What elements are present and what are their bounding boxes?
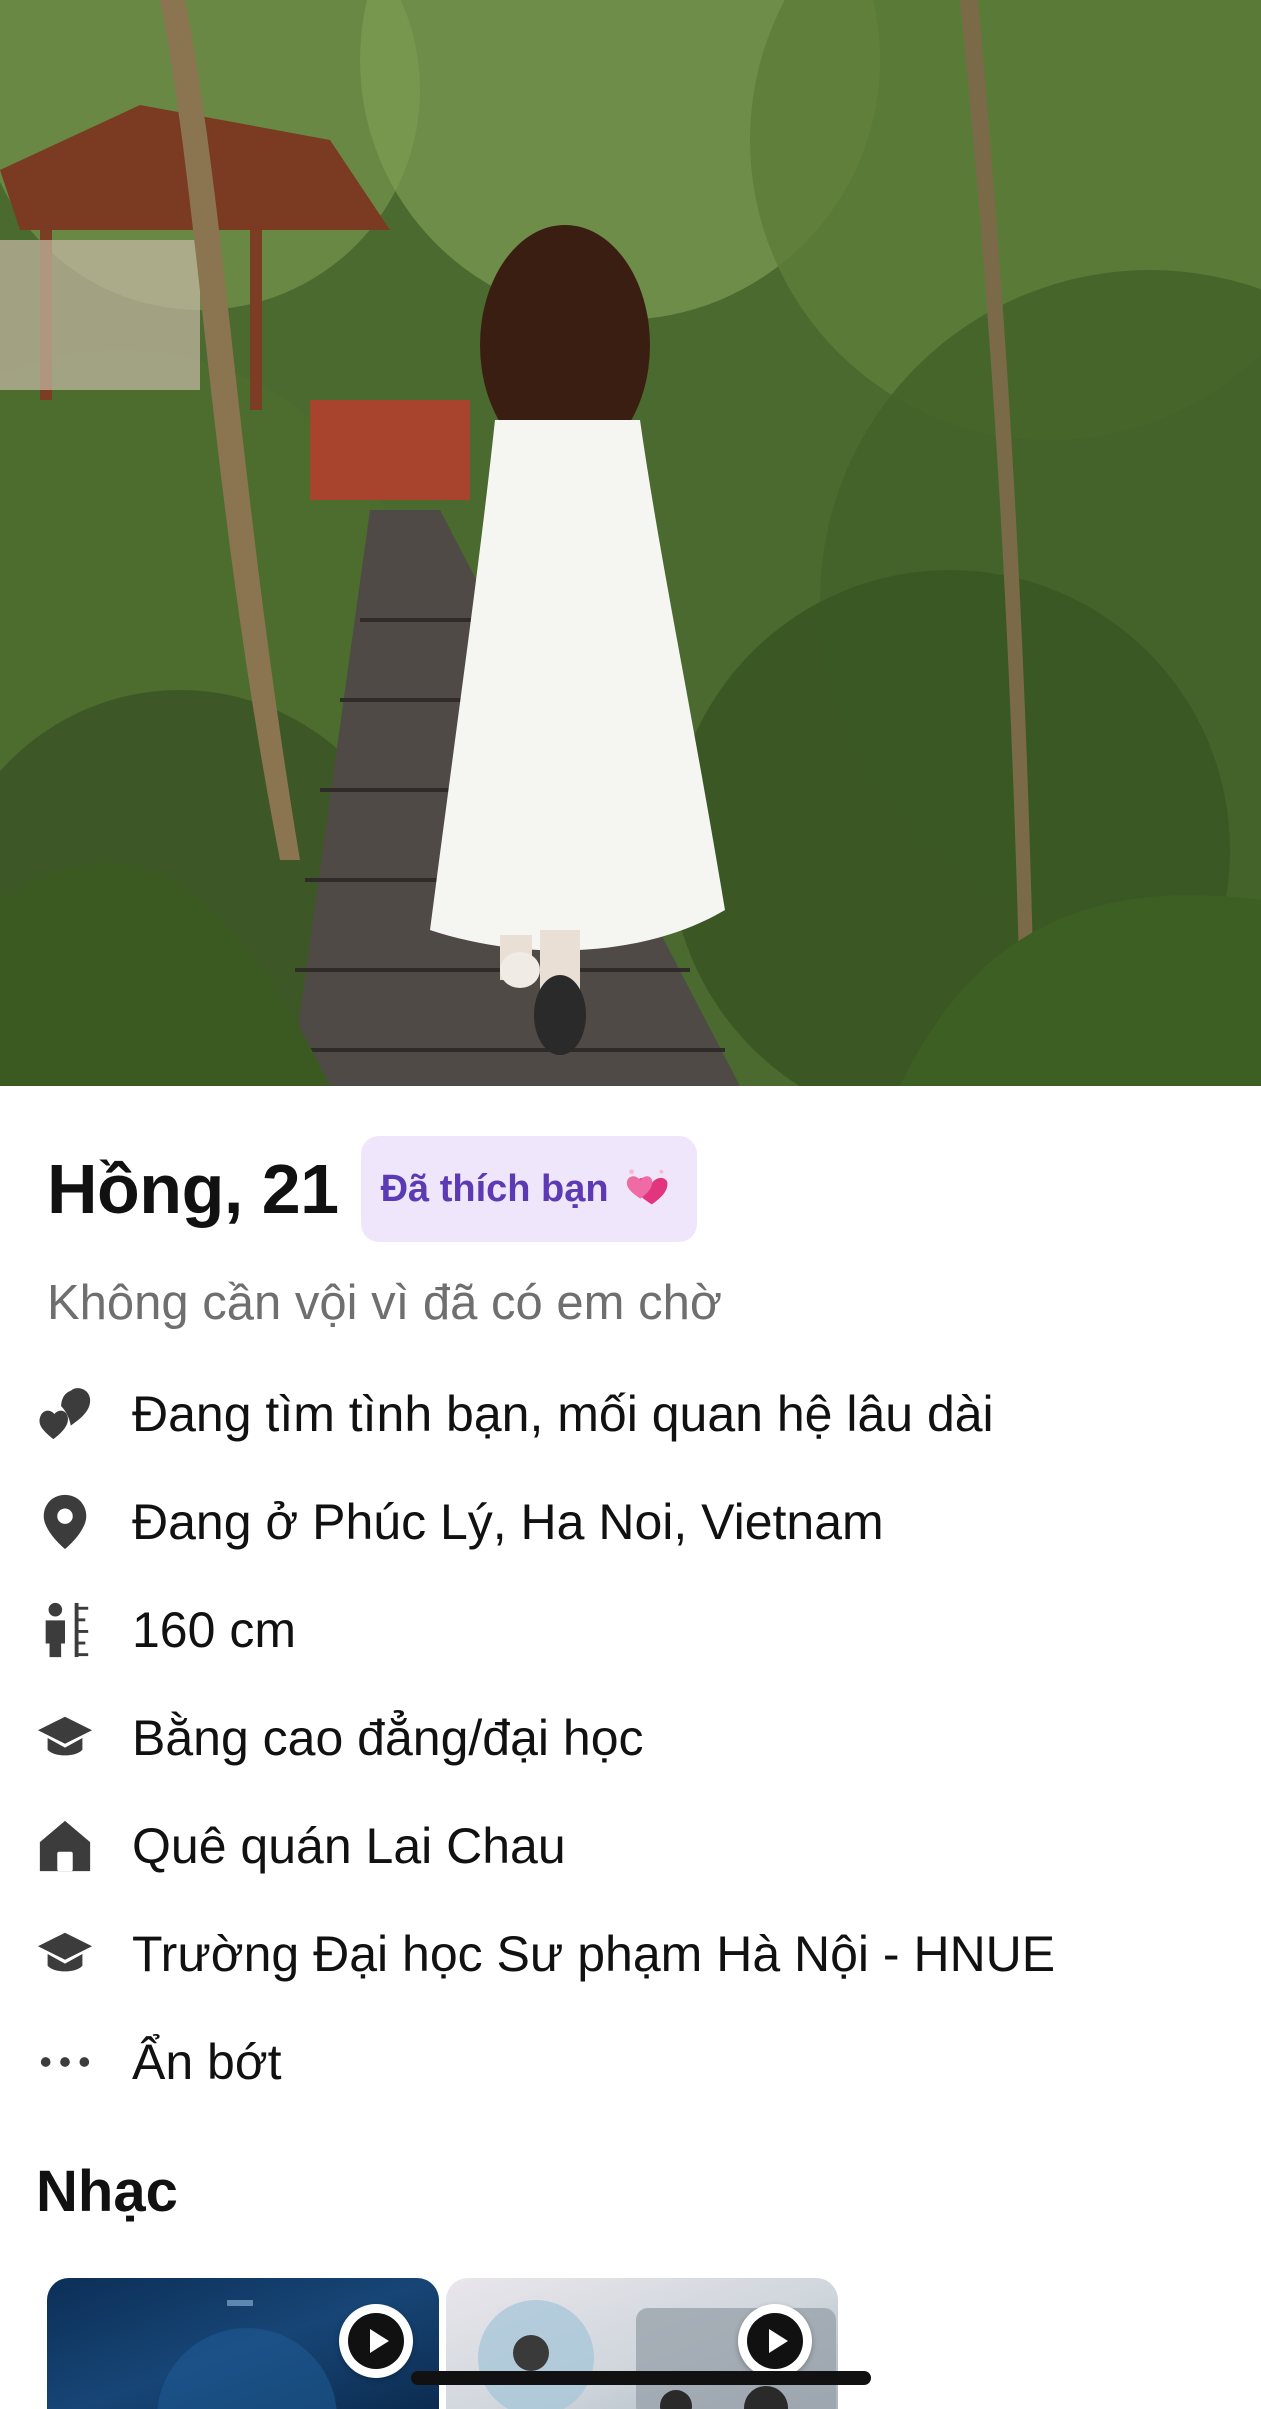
home-indicator[interactable] — [411, 2371, 871, 2385]
music-card[interactable] — [47, 2278, 439, 2409]
name-row: Hồng, 21 Đã thích bạn — [47, 1136, 697, 1242]
profile-screen: Hồng, 21 Đã thích bạn Không cần vội vì đ… — [0, 0, 1261, 2409]
detail-education-level: Bằng cao đẳng/đại học — [0, 1684, 1261, 1792]
music-card[interactable] — [446, 2278, 838, 2409]
play-button[interactable] — [339, 2304, 413, 2378]
show-less-label: Ẩn bớt — [132, 2034, 282, 2090]
profile-tagline: Không cần vội vì đã có em chờ — [47, 1276, 722, 1330]
detail-location: Đang ở Phúc Lý, Ha Noi, Vietnam — [0, 1468, 1261, 1576]
detail-text: Trường Đại học Sư phạm Hà Nội - HNUE — [132, 1926, 1056, 1982]
detail-hometown: Quê quán Lai Chau — [0, 1792, 1261, 1900]
show-less-button[interactable]: Ẩn bớt — [0, 2008, 1261, 2116]
detail-looking-for: Đang tìm tình bạn, mối quan hệ lâu dài — [0, 1360, 1261, 1468]
graduation-cap-icon — [36, 1925, 94, 1983]
profile-name-age: Hồng, 21 — [47, 1150, 339, 1228]
play-icon — [348, 2313, 404, 2369]
detail-text: Quê quán Lai Chau — [132, 1818, 566, 1874]
detail-text: Bằng cao đẳng/đại học — [132, 1710, 644, 1766]
photo-illustration — [0, 0, 1261, 1086]
height-icon — [36, 1601, 94, 1659]
detail-text: Đang ở Phúc Lý, Ha Noi, Vietnam — [132, 1494, 884, 1550]
play-icon — [747, 2313, 803, 2369]
detail-text: Đang tìm tình bạn, mối quan hệ lâu dài — [132, 1386, 994, 1442]
home-icon — [36, 1817, 94, 1875]
sparkling-hearts-icon — [626, 1169, 668, 1205]
liked-you-badge: Đã thích bạn — [360, 1136, 697, 1242]
liked-you-label: Đã thích bạn — [380, 1167, 609, 1210]
detail-text: 160 cm — [132, 1602, 296, 1658]
profile-photo[interactable] — [0, 0, 1261, 1086]
graduation-cap-icon — [36, 1709, 94, 1767]
more-dots-icon — [36, 2033, 94, 2091]
play-button[interactable] — [738, 2304, 812, 2378]
detail-school: Trường Đại học Sư phạm Hà Nội - HNUE — [0, 1900, 1261, 2008]
location-pin-icon — [36, 1493, 94, 1551]
detail-height: 160 cm — [0, 1576, 1261, 1684]
hearts-icon — [36, 1385, 94, 1443]
music-section-title: Nhạc — [36, 2159, 178, 2224]
